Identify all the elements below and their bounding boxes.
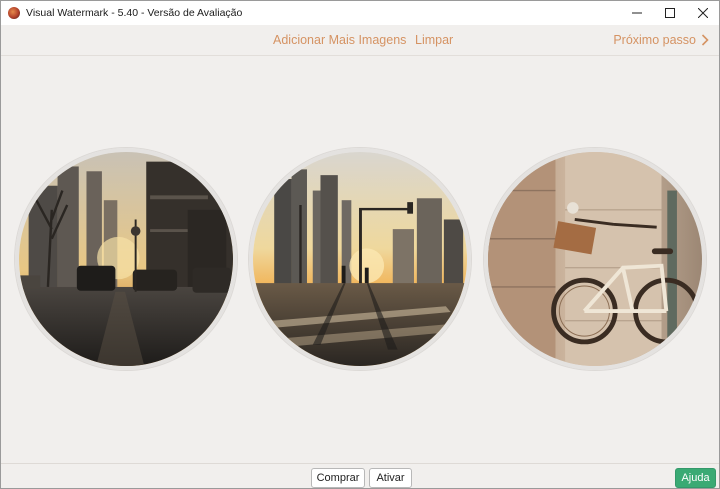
bicycle-image <box>488 152 702 366</box>
minimize-icon <box>631 12 642 14</box>
image-gallery <box>1 56 719 463</box>
help-button[interactable]: Ajuda <box>675 468 716 488</box>
close-icon <box>697 8 708 18</box>
buy-button[interactable]: Comprar <box>311 468 365 488</box>
image-thumbnail-1[interactable] <box>15 148 237 370</box>
next-step-label: Próximo passo <box>613 33 696 47</box>
window-controls <box>620 1 719 25</box>
clear-button[interactable]: Limpar <box>415 33 453 47</box>
activate-button[interactable]: Ativar <box>369 468 412 488</box>
crosswalk-sunset-image <box>253 152 467 366</box>
close-button[interactable] <box>686 1 719 25</box>
image-thumbnail-2[interactable] <box>249 148 471 370</box>
toolbar: Adicionar Mais Imagens Limpar Próximo pa… <box>1 25 719 56</box>
title-bar: Visual Watermark - 5.40 - Versão de Aval… <box>1 1 719 25</box>
app-logo-icon <box>8 7 20 19</box>
minimize-button[interactable] <box>620 1 653 25</box>
maximize-button[interactable] <box>653 1 686 25</box>
next-step-button[interactable]: Próximo passo <box>613 33 709 47</box>
image-thumbnail-3[interactable] <box>484 148 706 370</box>
chevron-right-icon <box>701 34 709 46</box>
city-street-image <box>19 152 233 366</box>
add-more-images-button[interactable]: Adicionar Mais Imagens <box>273 33 406 47</box>
window-title: Visual Watermark - 5.40 - Versão de Aval… <box>26 7 243 19</box>
bottom-bar: Comprar Ativar Ajuda <box>1 463 719 488</box>
maximize-icon <box>664 8 675 18</box>
